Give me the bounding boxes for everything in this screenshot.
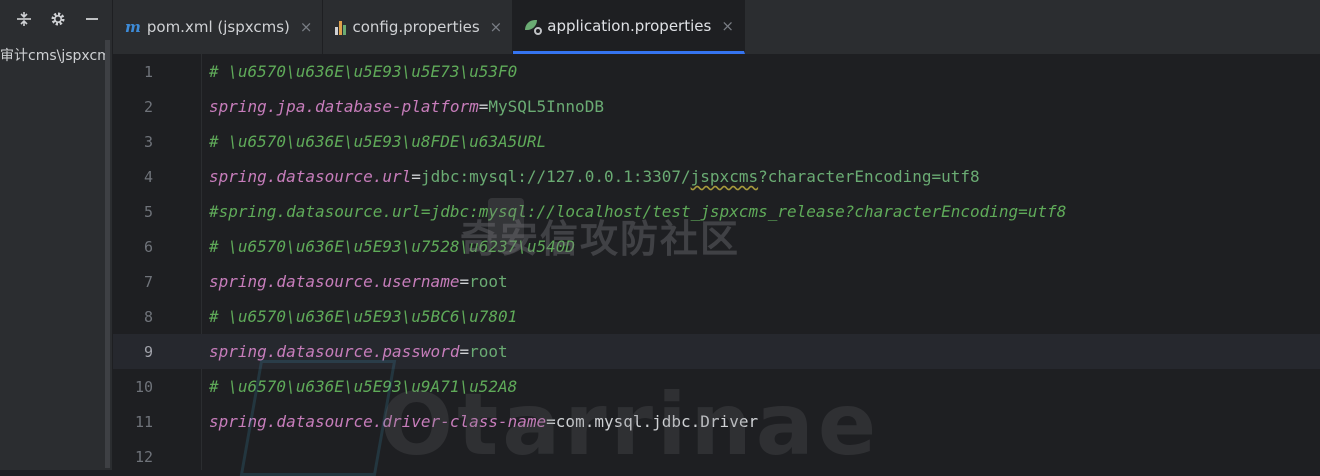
gear-icon[interactable] [48,9,68,29]
line-number: 11 [134,412,153,431]
line-number: 5 [143,202,153,221]
watermark-cube-icon [239,360,397,476]
code-line[interactable]: 3 # \u6570\u636E\u5E93\u8FDE\u63A5URL [113,124,1320,159]
line-number: 4 [143,167,153,186]
property-key: spring.datasource.password [209,342,460,361]
code-line[interactable]: 8 # \u6570\u636E\u5E93\u5BC6\u7801 [113,299,1320,334]
tab-label: pom.xml (jspxcms) [146,18,290,36]
line-number: 9 [143,342,153,361]
editor-tab-bar: m pom.xml (jspxcms) × config.properties … [113,0,1320,54]
property-value: root [469,342,508,361]
project-tree-item[interactable]: 审计cms\jspxcm [0,45,112,65]
code-line[interactable]: 7 spring.datasource.username=root [113,264,1320,299]
line-number: 8 [143,307,153,326]
property-key: spring.jpa.database-platform [209,97,479,116]
close-icon[interactable]: × [721,17,734,35]
project-scrollbar[interactable] [105,40,110,468]
property-key: spring.datasource.username [209,272,460,291]
property-value: jdbc:mysql://127.0.0.1:3307/ [420,167,691,186]
tab-application-properties[interactable]: application.properties × [513,0,745,54]
watermark-cn: 奇安信攻防社区 [460,217,741,261]
tab-label: config.properties [352,18,480,36]
property-value: root [469,272,508,291]
property-key: spring.datasource.url [209,167,412,186]
code-line[interactable]: 4 spring.datasource.url=jdbc:mysql://127… [113,159,1320,194]
tab-label: application.properties [547,16,712,35]
comment-text: # \u6570\u636E\u5E93\u8FDE\u63A5URL [209,132,547,151]
properties-chart-icon [335,19,347,35]
spring-boot-icon [525,18,543,35]
minimize-icon[interactable] [82,9,102,29]
line-number: 7 [143,272,153,291]
line-number: 2 [143,97,153,116]
line-number: 10 [134,377,153,396]
project-panel: 审计cms\jspxcm [0,0,113,470]
code-line[interactable]: 1 # \u6570\u636E\u5E93\u5E73\u53F0 [113,54,1320,89]
tab-pom-xml[interactable]: m pom.xml (jspxcms) × [113,0,324,54]
line-number: 3 [143,132,153,151]
maven-icon: m [125,18,141,36]
collapse-icon[interactable] [14,9,34,29]
code-line[interactable]: 2 spring.jpa.database-platform=MySQL5Inn… [113,89,1320,124]
line-number: 12 [134,447,153,466]
watermark-en: Otarrinae [380,375,881,475]
property-value: ?characterEncoding=utf8 [758,167,980,186]
property-value: MySQL5InnoDB [488,97,604,116]
comment-text: # \u6570\u636E\u5E93\u5E73\u53F0 [209,62,518,81]
close-icon[interactable]: × [300,18,313,36]
comment-text: # \u6570\u636E\u5E93\u5BC6\u7801 [209,307,518,326]
project-toolbar [0,0,112,38]
close-icon[interactable]: × [490,18,503,36]
property-value-typo: jspxcms [690,167,759,186]
line-number: 6 [143,237,153,256]
line-number: 1 [143,62,153,81]
tab-config-properties[interactable]: config.properties × [323,0,514,54]
